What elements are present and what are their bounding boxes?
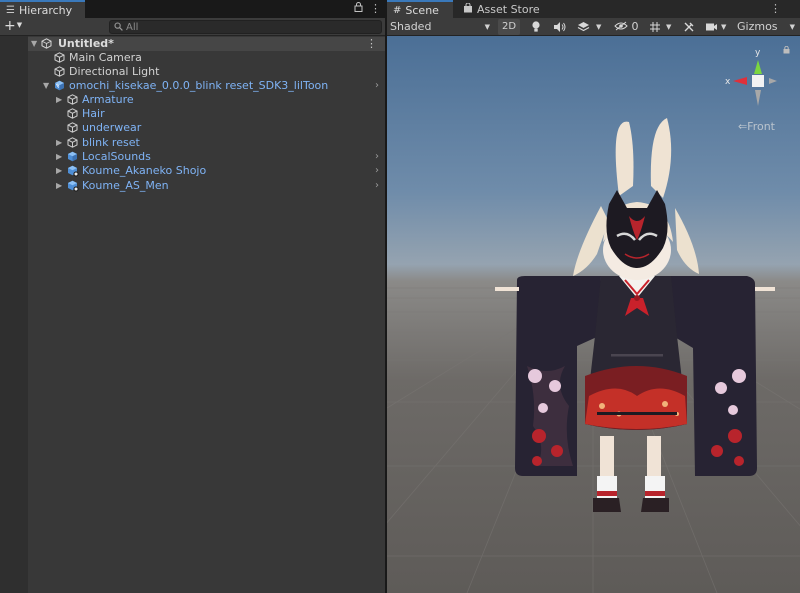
list-item[interactable]: underwear	[28, 121, 385, 135]
item-label: Koume_Akaneko Shojo	[82, 164, 207, 177]
prefab-variant-icon	[67, 165, 79, 177]
gameobject-cube-icon	[67, 122, 78, 133]
plus-icon: +	[4, 18, 16, 34]
scene-menu-icon[interactable]: ⋮	[366, 37, 377, 51]
list-item[interactable]: ▶ LocalSounds ›	[28, 150, 385, 164]
toggle-2d-button[interactable]: 2D	[498, 19, 520, 35]
chevron-right-icon[interactable]: ›	[375, 150, 379, 164]
hierarchy-panel: ☰ Hierarchy ⋮ +▼ ▼ Untitled* ⋮	[0, 0, 385, 593]
lighting-toggle-icon[interactable]	[530, 19, 544, 35]
gameobject-cube-icon	[54, 66, 65, 77]
item-label: omochi_kisekae_0.0.0_blink reset_SDK3_li…	[69, 79, 329, 92]
unity-scene-icon	[41, 38, 52, 49]
panel-menu-icon[interactable]: ⋮	[770, 2, 781, 15]
gameobject-cube-icon	[67, 94, 78, 105]
fold-arrow-icon[interactable]: ▶	[56, 164, 66, 178]
hierarchy-tree: ▼ Untitled* ⋮ Main Camera Directional Li…	[28, 36, 385, 593]
dropdown-caret-icon: ▼	[16, 21, 23, 29]
hierarchy-tab-bar: ☰ Hierarchy ⋮	[0, 0, 385, 18]
item-label: underwear	[82, 121, 142, 134]
prefab-cube-icon	[54, 80, 65, 91]
gameobject-cube-icon	[67, 137, 78, 148]
tab-asset-store[interactable]: Asset Store	[457, 0, 546, 18]
tab-scene-label: Scene	[405, 3, 439, 17]
chevron-right-icon[interactable]: ›	[375, 79, 379, 93]
scene-panel: # Scene Asset Store ⋮ Shaded ▼ 2D ▼ 0 ▼ …	[387, 0, 800, 593]
tools-icon[interactable]	[683, 19, 697, 35]
item-label: LocalSounds	[82, 150, 151, 163]
gizmos-dropdown[interactable]: Gizmos ▼	[737, 19, 797, 35]
fold-arrow-icon[interactable]: ▼	[43, 79, 53, 93]
tab-scene[interactable]: # Scene	[387, 0, 453, 18]
fold-arrow-icon[interactable]: ▶	[56, 136, 66, 150]
fold-arrow-icon[interactable]: ▶	[56, 150, 66, 164]
item-label: blink reset	[82, 136, 140, 149]
tree-gutter	[0, 36, 28, 593]
chevron-right-icon[interactable]: ›	[375, 164, 379, 178]
grid-toggle-icon[interactable]	[649, 19, 663, 35]
list-item[interactable]: ▼ omochi_kisekae_0.0.0_blink reset_SDK3_…	[28, 79, 385, 93]
list-icon: ☰	[6, 4, 15, 16]
list-item[interactable]: ▶ blink reset	[28, 136, 385, 150]
shading-mode-label: Shaded	[390, 20, 432, 33]
scene-row[interactable]: ▼ Untitled* ⋮	[28, 37, 385, 51]
fold-arrow-icon[interactable]: ▶	[56, 179, 66, 193]
audio-toggle-icon[interactable]	[553, 19, 567, 35]
list-item[interactable]: Main Camera	[28, 51, 385, 65]
scene-viewport[interactable]: y x ⇐Front	[387, 36, 800, 593]
gizmos-label: Gizmos	[737, 20, 778, 33]
prefab-cube-icon	[67, 151, 78, 162]
scene-name: Untitled*	[58, 37, 114, 50]
scene-toolbar: Shaded ▼ 2D ▼ 0 ▼ ▼ Gizmos ▼	[387, 18, 800, 36]
dropdown-caret-icon: ▼	[484, 23, 490, 31]
list-item[interactable]: Directional Light	[28, 65, 385, 79]
grid-icon: #	[393, 4, 402, 16]
fold-arrow-icon[interactable]: ▼	[31, 37, 41, 51]
item-label: Koume_AS_Men	[82, 179, 169, 192]
list-item[interactable]: ▶ Koume_Akaneko Shojo ›	[28, 164, 385, 178]
shading-mode-dropdown[interactable]: Shaded ▼	[390, 19, 490, 35]
prefab-variant-icon	[67, 180, 79, 192]
camera-icon[interactable]	[705, 19, 719, 35]
item-label: Hair	[82, 107, 105, 120]
lock-icon[interactable]	[354, 2, 363, 15]
effects-dropdown-icon[interactable]: ▼	[596, 19, 606, 35]
gameobject-cube-icon	[67, 108, 78, 119]
effects-toggle-icon[interactable]	[577, 19, 591, 35]
list-item[interactable]: ▶ Armature	[28, 93, 385, 107]
search-input[interactable]	[126, 21, 376, 33]
tab-hierarchy[interactable]: ☰ Hierarchy	[0, 0, 85, 18]
tab-hierarchy-label: Hierarchy	[18, 3, 73, 17]
scene-visibility-toggle[interactable]: 0	[614, 19, 644, 35]
hidden-count: 0	[631, 20, 639, 33]
hierarchy-search	[109, 20, 382, 34]
search-icon	[114, 21, 123, 33]
item-label: Directional Light	[69, 65, 160, 78]
shopping-bag-icon	[463, 2, 473, 16]
chevron-right-icon[interactable]: ›	[375, 179, 379, 193]
tab-asset-store-label: Asset Store	[477, 2, 540, 16]
hidden-eye-icon	[614, 20, 632, 33]
grid-dropdown-icon[interactable]: ▼	[666, 19, 676, 35]
scene-tab-bar: # Scene Asset Store ⋮	[387, 0, 800, 18]
list-item[interactable]: Hair	[28, 107, 385, 121]
item-label: Armature	[82, 93, 134, 106]
create-button[interactable]: +▼	[4, 19, 30, 35]
hierarchy-toolbar: +▼	[0, 18, 385, 36]
camera-dropdown-icon[interactable]: ▼	[721, 19, 731, 35]
fold-arrow-icon[interactable]: ▶	[56, 93, 66, 107]
dropdown-caret-icon: ▼	[789, 23, 795, 31]
item-label: Main Camera	[69, 51, 142, 64]
gameobject-cube-icon	[54, 52, 65, 63]
avatar-model[interactable]	[387, 36, 800, 593]
panel-menu-icon[interactable]: ⋮	[370, 2, 381, 15]
list-item[interactable]: ▶ Koume_AS_Men ›	[28, 179, 385, 193]
